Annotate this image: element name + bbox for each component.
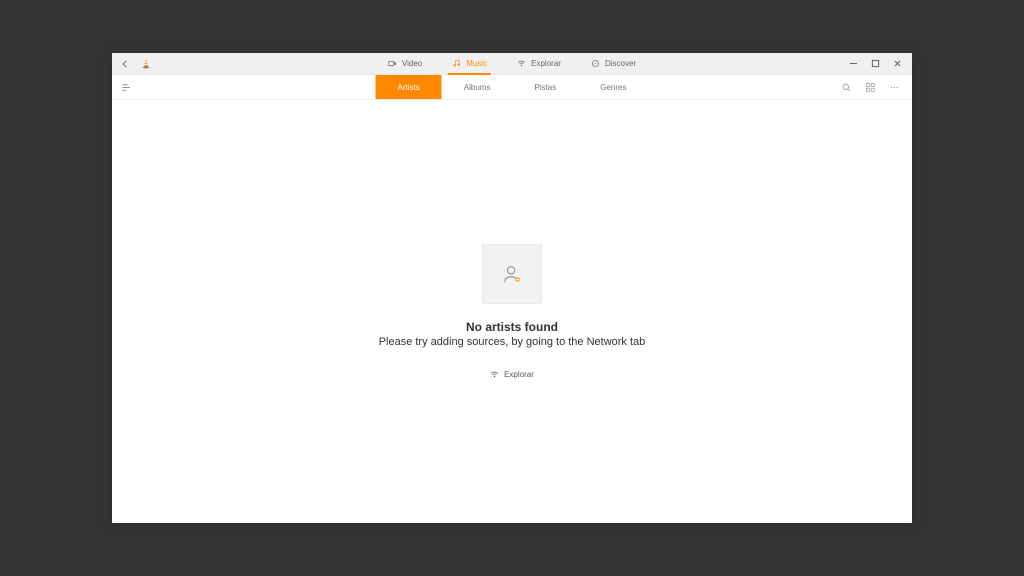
grid-view-button[interactable] [864, 81, 876, 93]
titlebar: Video Music Explorar Discover [112, 53, 912, 75]
more-button[interactable] [888, 81, 900, 93]
tab-video[interactable]: Video [386, 53, 424, 74]
subtab-albums[interactable]: Albums [442, 75, 513, 99]
close-button[interactable] [892, 59, 902, 69]
subtab-genres[interactable]: Genres [578, 75, 648, 99]
person-icon [501, 263, 523, 285]
app-window: Video Music Explorar Discover [112, 53, 912, 523]
wifi-icon [490, 370, 499, 379]
top-nav: Video Music Explorar Discover [386, 53, 638, 74]
subtab-genres-label: Genres [600, 83, 626, 92]
tab-explorar-label: Explorar [531, 59, 561, 68]
titlebar-left [116, 55, 152, 73]
subtab-pistas[interactable]: Pistas [512, 75, 578, 99]
subtab-artists-label: Artists [398, 83, 420, 92]
subtab-pistas-label: Pistas [534, 83, 556, 92]
compass-icon [591, 59, 600, 68]
explore-button[interactable]: Explorar [490, 370, 534, 379]
subnav-right [840, 75, 912, 99]
minimize-button[interactable] [848, 59, 858, 69]
tab-discover-label: Discover [605, 59, 636, 68]
window-controls [848, 59, 908, 69]
menu-button[interactable] [112, 75, 140, 99]
content-area: No artists found Please try adding sourc… [112, 100, 912, 523]
back-button[interactable] [116, 55, 134, 73]
explore-button-label: Explorar [504, 370, 534, 379]
subnav: Artists Albums Pistas Genres [112, 75, 912, 100]
tab-music-label: Music [466, 59, 487, 68]
vlc-logo-icon [140, 58, 152, 70]
tab-discover[interactable]: Discover [589, 53, 638, 74]
tab-music[interactable]: Music [450, 53, 489, 74]
wifi-icon [517, 59, 526, 68]
search-button[interactable] [840, 81, 852, 93]
empty-artist-card [482, 244, 542, 304]
sub-tabs: Artists Albums Pistas Genres [376, 75, 649, 99]
video-icon [388, 59, 397, 68]
subtab-artists[interactable]: Artists [376, 75, 442, 99]
maximize-button[interactable] [870, 59, 880, 69]
tab-video-label: Video [402, 59, 422, 68]
subtab-albums-label: Albums [464, 83, 491, 92]
empty-subtitle: Please try adding sources, by going to t… [379, 336, 646, 348]
empty-title: No artists found [466, 320, 558, 334]
music-icon [452, 59, 461, 68]
tab-explorar[interactable]: Explorar [515, 53, 563, 74]
